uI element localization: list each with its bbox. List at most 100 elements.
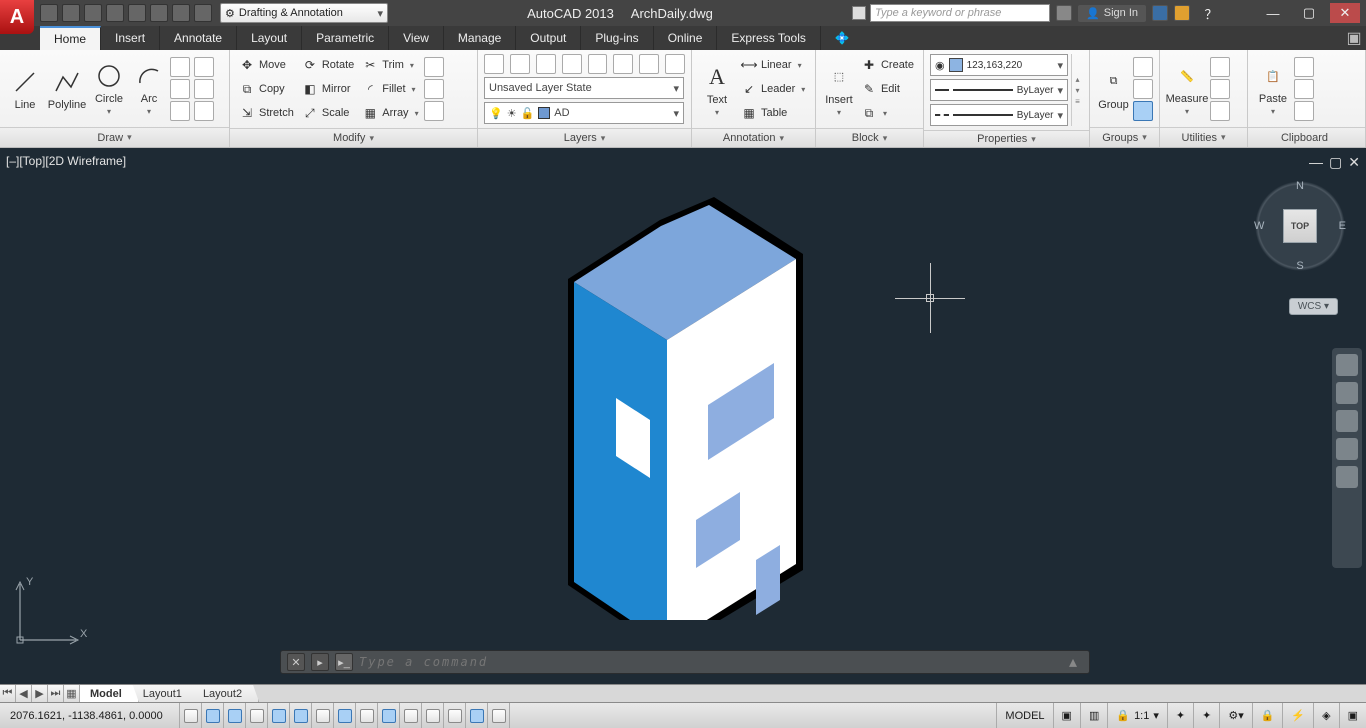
- stretch-button[interactable]: ⇲Stretch: [236, 102, 297, 124]
- clean-screen-icon[interactable]: ▣: [1339, 703, 1366, 728]
- exchange-apps-icon[interactable]: [1152, 5, 1168, 21]
- drawing-object-building[interactable]: [560, 190, 820, 620]
- match-prop-icon[interactable]: [1294, 101, 1314, 121]
- panel-modify-title[interactable]: Modify: [230, 128, 477, 147]
- layer-tool-icon[interactable]: [510, 54, 530, 74]
- tab-featured-apps[interactable]: 💠: [821, 26, 864, 50]
- linear-dim-button[interactable]: ⟷Linear▾: [738, 54, 808, 76]
- cmdline-close-icon[interactable]: ✕: [287, 653, 305, 671]
- ducs-toggle[interactable]: [356, 703, 378, 728]
- layout-tab-layout2[interactable]: Layout2: [193, 685, 259, 702]
- grid-toggle[interactable]: [224, 703, 246, 728]
- array-button[interactable]: ▦Array▾: [359, 102, 421, 124]
- layout-prev-icon[interactable]: ◀: [16, 685, 32, 702]
- qat-redo-icon[interactable]: [194, 4, 212, 22]
- qp-toggle[interactable]: [444, 703, 466, 728]
- autodesk-360-icon[interactable]: [1056, 5, 1072, 21]
- tab-output[interactable]: Output: [516, 26, 581, 50]
- tab-online[interactable]: Online: [654, 26, 718, 50]
- status-quickview-icon[interactable]: ▥: [1080, 703, 1107, 728]
- explode-icon[interactable]: [424, 79, 444, 99]
- layer-tool-icon[interactable]: [536, 54, 556, 74]
- viewcube-east[interactable]: E: [1339, 220, 1346, 232]
- annotation-scale[interactable]: 🔒 1:1 ▾: [1107, 703, 1167, 728]
- pan-icon[interactable]: [1336, 382, 1358, 404]
- tab-express[interactable]: Express Tools: [717, 26, 820, 50]
- close-button[interactable]: ✕: [1330, 3, 1360, 23]
- app-menu-button[interactable]: A: [0, 0, 34, 34]
- erase-icon[interactable]: [424, 57, 444, 77]
- copy-clip-icon[interactable]: [1294, 79, 1314, 99]
- ungroup-icon[interactable]: [1133, 57, 1153, 77]
- arc-button[interactable]: Arc▾: [130, 59, 168, 118]
- panel-layers-title[interactable]: Layers: [478, 128, 691, 147]
- panel-properties-title[interactable]: Properties: [924, 130, 1089, 147]
- panel-draw-title[interactable]: Draw: [0, 127, 229, 147]
- qat-open-icon[interactable]: [62, 4, 80, 22]
- toolbar-lock-icon[interactable]: 🔒: [1252, 703, 1283, 728]
- panel-block-title[interactable]: Block: [816, 128, 923, 147]
- leader-button[interactable]: ↙Leader▾: [738, 78, 808, 100]
- hardware-accel-icon[interactable]: ⚡: [1282, 703, 1313, 728]
- tab-insert[interactable]: Insert: [101, 26, 160, 50]
- insert-block-button[interactable]: ⬚Insert▾: [822, 60, 856, 119]
- model-paper-toggle[interactable]: MODEL: [996, 703, 1052, 728]
- select-all-icon[interactable]: [1210, 57, 1230, 77]
- help-icon[interactable]: ？: [1196, 3, 1226, 23]
- layout-list-icon[interactable]: ▦: [64, 685, 80, 702]
- qat-new-icon[interactable]: [40, 4, 58, 22]
- rectangle-icon[interactable]: [170, 57, 190, 77]
- tab-plugins[interactable]: Plug-ins: [581, 26, 653, 50]
- create-block-button[interactable]: ✚Create: [858, 54, 917, 76]
- paste-button[interactable]: 📋Paste▾: [1254, 59, 1292, 118]
- qat-save-icon[interactable]: [84, 4, 102, 22]
- viewcube-south[interactable]: S: [1296, 260, 1303, 272]
- scale-button[interactable]: ⤢Scale: [299, 102, 357, 124]
- cmdline-history-icon[interactable]: ▴: [1069, 652, 1083, 672]
- panel-utilities-title[interactable]: Utilities: [1160, 127, 1247, 147]
- 3dosnap-toggle[interactable]: [312, 703, 334, 728]
- tab-view[interactable]: View: [389, 26, 444, 50]
- point-icon[interactable]: [194, 101, 214, 121]
- group-select-icon[interactable]: [1133, 101, 1153, 121]
- table-button[interactable]: ▦Table: [738, 102, 808, 124]
- osnap-toggle[interactable]: [290, 703, 312, 728]
- minimize-button[interactable]: —: [1258, 3, 1288, 23]
- workspace-dropdown[interactable]: ⚙ Drafting & Annotation: [220, 3, 388, 23]
- rotate-button[interactable]: ⟳Rotate: [299, 54, 357, 76]
- cmdline-customize-icon[interactable]: ▸: [311, 653, 329, 671]
- am-toggle[interactable]: [488, 703, 510, 728]
- drawing-viewport[interactable]: [–][Top][2D Wireframe] — ▢ ✕ N S E W TOP…: [0, 148, 1366, 684]
- viewcube-face[interactable]: TOP: [1283, 209, 1317, 243]
- qat-print-icon[interactable]: [150, 4, 168, 22]
- layout-tab-model[interactable]: Model: [80, 685, 139, 702]
- tab-layout[interactable]: Layout: [237, 26, 302, 50]
- search-box[interactable]: Type a keyword or phrase: [870, 4, 1050, 22]
- polar-toggle[interactable]: [268, 703, 290, 728]
- viewport-label[interactable]: [–][Top][2D Wireframe]: [6, 154, 126, 168]
- hatch-icon[interactable]: [194, 79, 214, 99]
- layout-tab-layout1[interactable]: Layout1: [133, 685, 199, 702]
- polygon-icon[interactable]: [194, 57, 214, 77]
- layer-tool-icon[interactable]: [665, 54, 685, 74]
- command-line[interactable]: ✕ ▸ ▸_ ▴: [280, 650, 1090, 674]
- linetype-dropdown[interactable]: ByLayer: [930, 104, 1068, 126]
- ortho-toggle[interactable]: [246, 703, 268, 728]
- sc-toggle[interactable]: [466, 703, 488, 728]
- properties-gallery-handle[interactable]: ▴▾≡: [1071, 54, 1083, 126]
- cut-icon[interactable]: [1294, 57, 1314, 77]
- viewport-minimize-icon[interactable]: —: [1309, 154, 1323, 171]
- tab-annotate[interactable]: Annotate: [160, 26, 237, 50]
- qat-plot-icon[interactable]: [128, 4, 146, 22]
- orbit-icon[interactable]: [1336, 438, 1358, 460]
- qat-saveas-icon[interactable]: [106, 4, 124, 22]
- group-edit-icon[interactable]: [1133, 79, 1153, 99]
- move-button[interactable]: ✥Move: [236, 54, 297, 76]
- edit-block-button[interactable]: ✎Edit: [858, 78, 917, 100]
- viewcube-west[interactable]: W: [1254, 220, 1264, 232]
- panel-annotation-title[interactable]: Annotation: [692, 128, 815, 147]
- layer-tool-icon[interactable]: [639, 54, 659, 74]
- viewport-restore-icon[interactable]: ▢: [1329, 154, 1342, 171]
- layer-tool-icon[interactable]: [613, 54, 633, 74]
- viewport-close-icon[interactable]: ✕: [1348, 154, 1360, 171]
